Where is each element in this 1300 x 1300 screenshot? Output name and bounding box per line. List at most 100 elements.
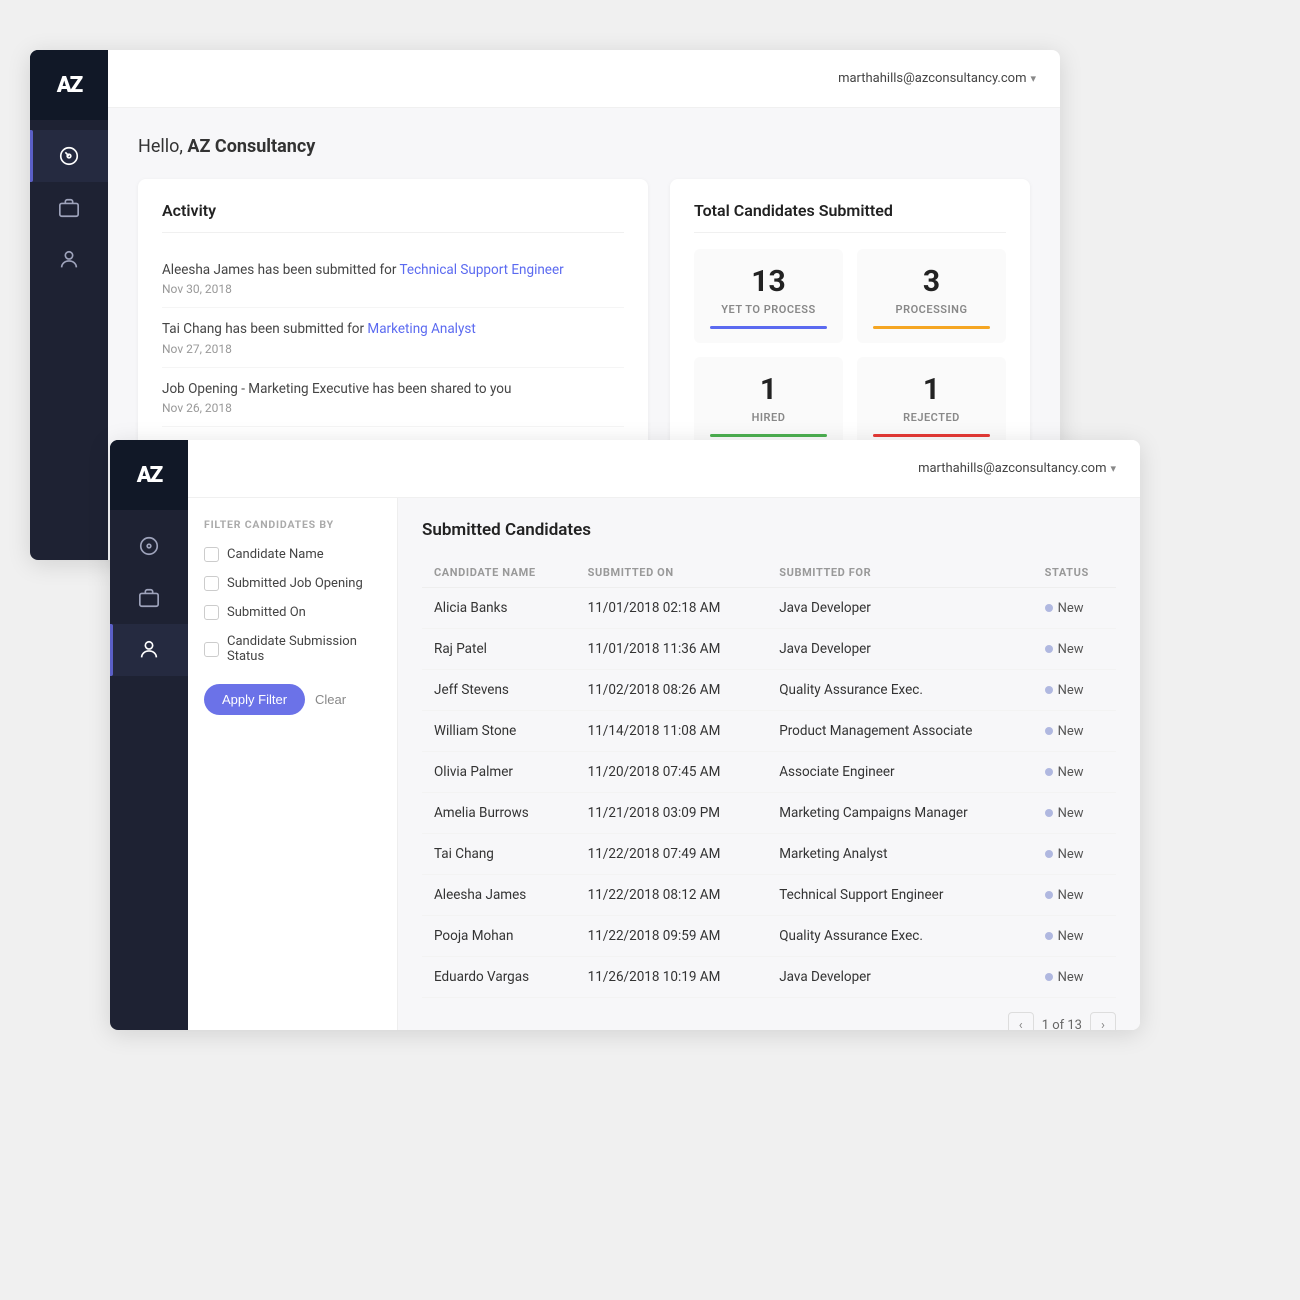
user-menu-2[interactable]: marthahills@azconsultancy.com ▾	[918, 461, 1116, 476]
filter-checkbox-job[interactable]	[204, 576, 219, 591]
sidebar-2-item-candidates[interactable]	[110, 624, 188, 676]
cell-submitted-on: 11/22/2018 07:49 AM	[576, 834, 768, 875]
cell-status: New	[1033, 875, 1116, 916]
table-row: Aleesha James 11/22/2018 08:12 AM Techni…	[422, 875, 1116, 916]
cell-submitted-on: 11/22/2018 08:12 AM	[576, 875, 768, 916]
status-badge: New	[1045, 847, 1104, 862]
greeting-prefix: Hello,	[138, 136, 187, 157]
user-menu[interactable]: marthahills@azconsultancy.com ▾	[838, 71, 1036, 86]
stat-bar-2	[710, 434, 827, 437]
status-dot	[1045, 850, 1053, 858]
table-row: Eduardo Vargas 11/26/2018 10:19 AM Java …	[422, 957, 1116, 998]
status-dot	[1045, 768, 1053, 776]
cell-status: New	[1033, 916, 1116, 957]
briefcase-icon	[58, 197, 80, 219]
stats-title: Total Candidates Submitted	[694, 201, 1006, 233]
status-label: New	[1058, 683, 1084, 698]
cell-submitted-for: Java Developer	[767, 588, 1032, 629]
cell-status: New	[1033, 957, 1116, 998]
stat-label-1: PROCESSING	[873, 303, 990, 316]
logo-2[interactable]: AZ	[110, 440, 188, 510]
filter-label-name: Candidate Name	[227, 547, 324, 562]
cell-status: New	[1033, 752, 1116, 793]
status-badge: New	[1045, 683, 1104, 698]
cell-status: New	[1033, 711, 1116, 752]
activity-text-3: Job Opening - Marketing Executive has be…	[162, 379, 624, 399]
cell-name: Eduardo Vargas	[422, 957, 576, 998]
status-label: New	[1058, 847, 1084, 862]
filter-option-status[interactable]: Candidate Submission Status	[204, 634, 381, 664]
status-dot	[1045, 645, 1053, 653]
window-candidates: AZ marthahills@azconsultancy.com	[110, 440, 1140, 1030]
filter-checkbox-status[interactable]	[204, 642, 219, 657]
col-status: STATUS	[1033, 558, 1116, 588]
apply-filter-button[interactable]: Apply Filter	[204, 684, 305, 715]
cell-name: William Stone	[422, 711, 576, 752]
sidebar-2-item-dashboard[interactable]	[110, 520, 188, 572]
stats-grid: 13 YET TO PROCESS 3 PROCESSING 1 HIRED	[694, 249, 1006, 451]
status-badge: New	[1045, 888, 1104, 903]
cell-submitted-on: 11/01/2018 11:36 AM	[576, 629, 768, 670]
activity-text-1: Aleesha James has been submitted for Tec…	[162, 260, 624, 280]
stat-label-2: HIRED	[710, 411, 827, 424]
status-dot	[1045, 932, 1053, 940]
filter-label-submitted-on: Submitted On	[227, 605, 306, 620]
status-badge: New	[1045, 724, 1104, 739]
table-row: Raj Patel 11/01/2018 11:36 AM Java Devel…	[422, 629, 1116, 670]
next-page-button[interactable]: ›	[1090, 1012, 1116, 1030]
cell-status: New	[1033, 588, 1116, 629]
col-submitted-on: SUBMITTED ON	[576, 558, 768, 588]
stat-number-0: 13	[710, 267, 827, 297]
status-dot	[1045, 686, 1053, 694]
sidebar-item-dashboard[interactable]	[30, 130, 108, 182]
stat-number-2: 1	[710, 375, 827, 405]
greeting: Hello, AZ Consultancy	[138, 136, 1030, 157]
filter-checkbox-name[interactable]	[204, 547, 219, 562]
status-label: New	[1058, 724, 1084, 739]
filter-option-name[interactable]: Candidate Name	[204, 547, 381, 562]
status-dot	[1045, 809, 1053, 817]
stat-bar-1	[873, 326, 990, 329]
activity-item-3: Job Opening - Marketing Executive has be…	[162, 368, 624, 427]
dashboard-icon	[58, 145, 80, 167]
filter-label-job: Submitted Job Opening	[227, 576, 363, 591]
person-icon-2	[138, 639, 160, 661]
status-label: New	[1058, 642, 1084, 657]
filter-option-job[interactable]: Submitted Job Opening	[204, 576, 381, 591]
sidebar-item-candidates[interactable]	[30, 234, 108, 286]
filter-checkbox-submitted-on[interactable]	[204, 605, 219, 620]
cell-submitted-for: Product Management Associate	[767, 711, 1032, 752]
sidebar-2-item-jobs[interactable]	[110, 572, 188, 624]
cell-name: Jeff Stevens	[422, 670, 576, 711]
cell-name: Olivia Palmer	[422, 752, 576, 793]
cell-submitted-on: 11/21/2018 03:09 PM	[576, 793, 768, 834]
logo[interactable]: AZ	[30, 50, 108, 120]
status-badge: New	[1045, 601, 1104, 616]
stat-hired: 1 HIRED	[694, 357, 843, 451]
main-content-2: FILTER CANDIDATES BY Candidate Name Subm…	[188, 498, 1140, 1030]
cell-submitted-on: 11/02/2018 08:26 AM	[576, 670, 768, 711]
prev-page-button[interactable]: ‹	[1008, 1012, 1034, 1030]
status-label: New	[1058, 970, 1084, 985]
table-row: Tai Chang 11/22/2018 07:49 AM Marketing …	[422, 834, 1116, 875]
sidebar-item-jobs[interactable]	[30, 182, 108, 234]
sidebar: AZ	[30, 50, 108, 560]
cell-submitted-for: Associate Engineer	[767, 752, 1032, 793]
status-badge: New	[1045, 806, 1104, 821]
activity-date-2: Nov 27, 2018	[162, 342, 624, 356]
activity-link-2[interactable]: Marketing Analyst	[367, 321, 475, 337]
clear-filter-button[interactable]: Clear	[315, 692, 346, 707]
status-label: New	[1058, 929, 1084, 944]
activity-title: Activity	[162, 201, 624, 233]
stat-number-3: 1	[873, 375, 990, 405]
filter-option-submitted-on[interactable]: Submitted On	[204, 605, 381, 620]
stat-label-0: YET TO PROCESS	[710, 303, 827, 316]
sidebar-nav	[30, 130, 108, 286]
stat-processing: 3 PROCESSING	[857, 249, 1006, 343]
activity-link-1[interactable]: Technical Support Engineer	[400, 262, 564, 278]
table-row: Jeff Stevens 11/02/2018 08:26 AM Quality…	[422, 670, 1116, 711]
status-dot	[1045, 727, 1053, 735]
table-row: Pooja Mohan 11/22/2018 09:59 AM Quality …	[422, 916, 1116, 957]
person-icon	[58, 249, 80, 271]
status-dot	[1045, 973, 1053, 981]
